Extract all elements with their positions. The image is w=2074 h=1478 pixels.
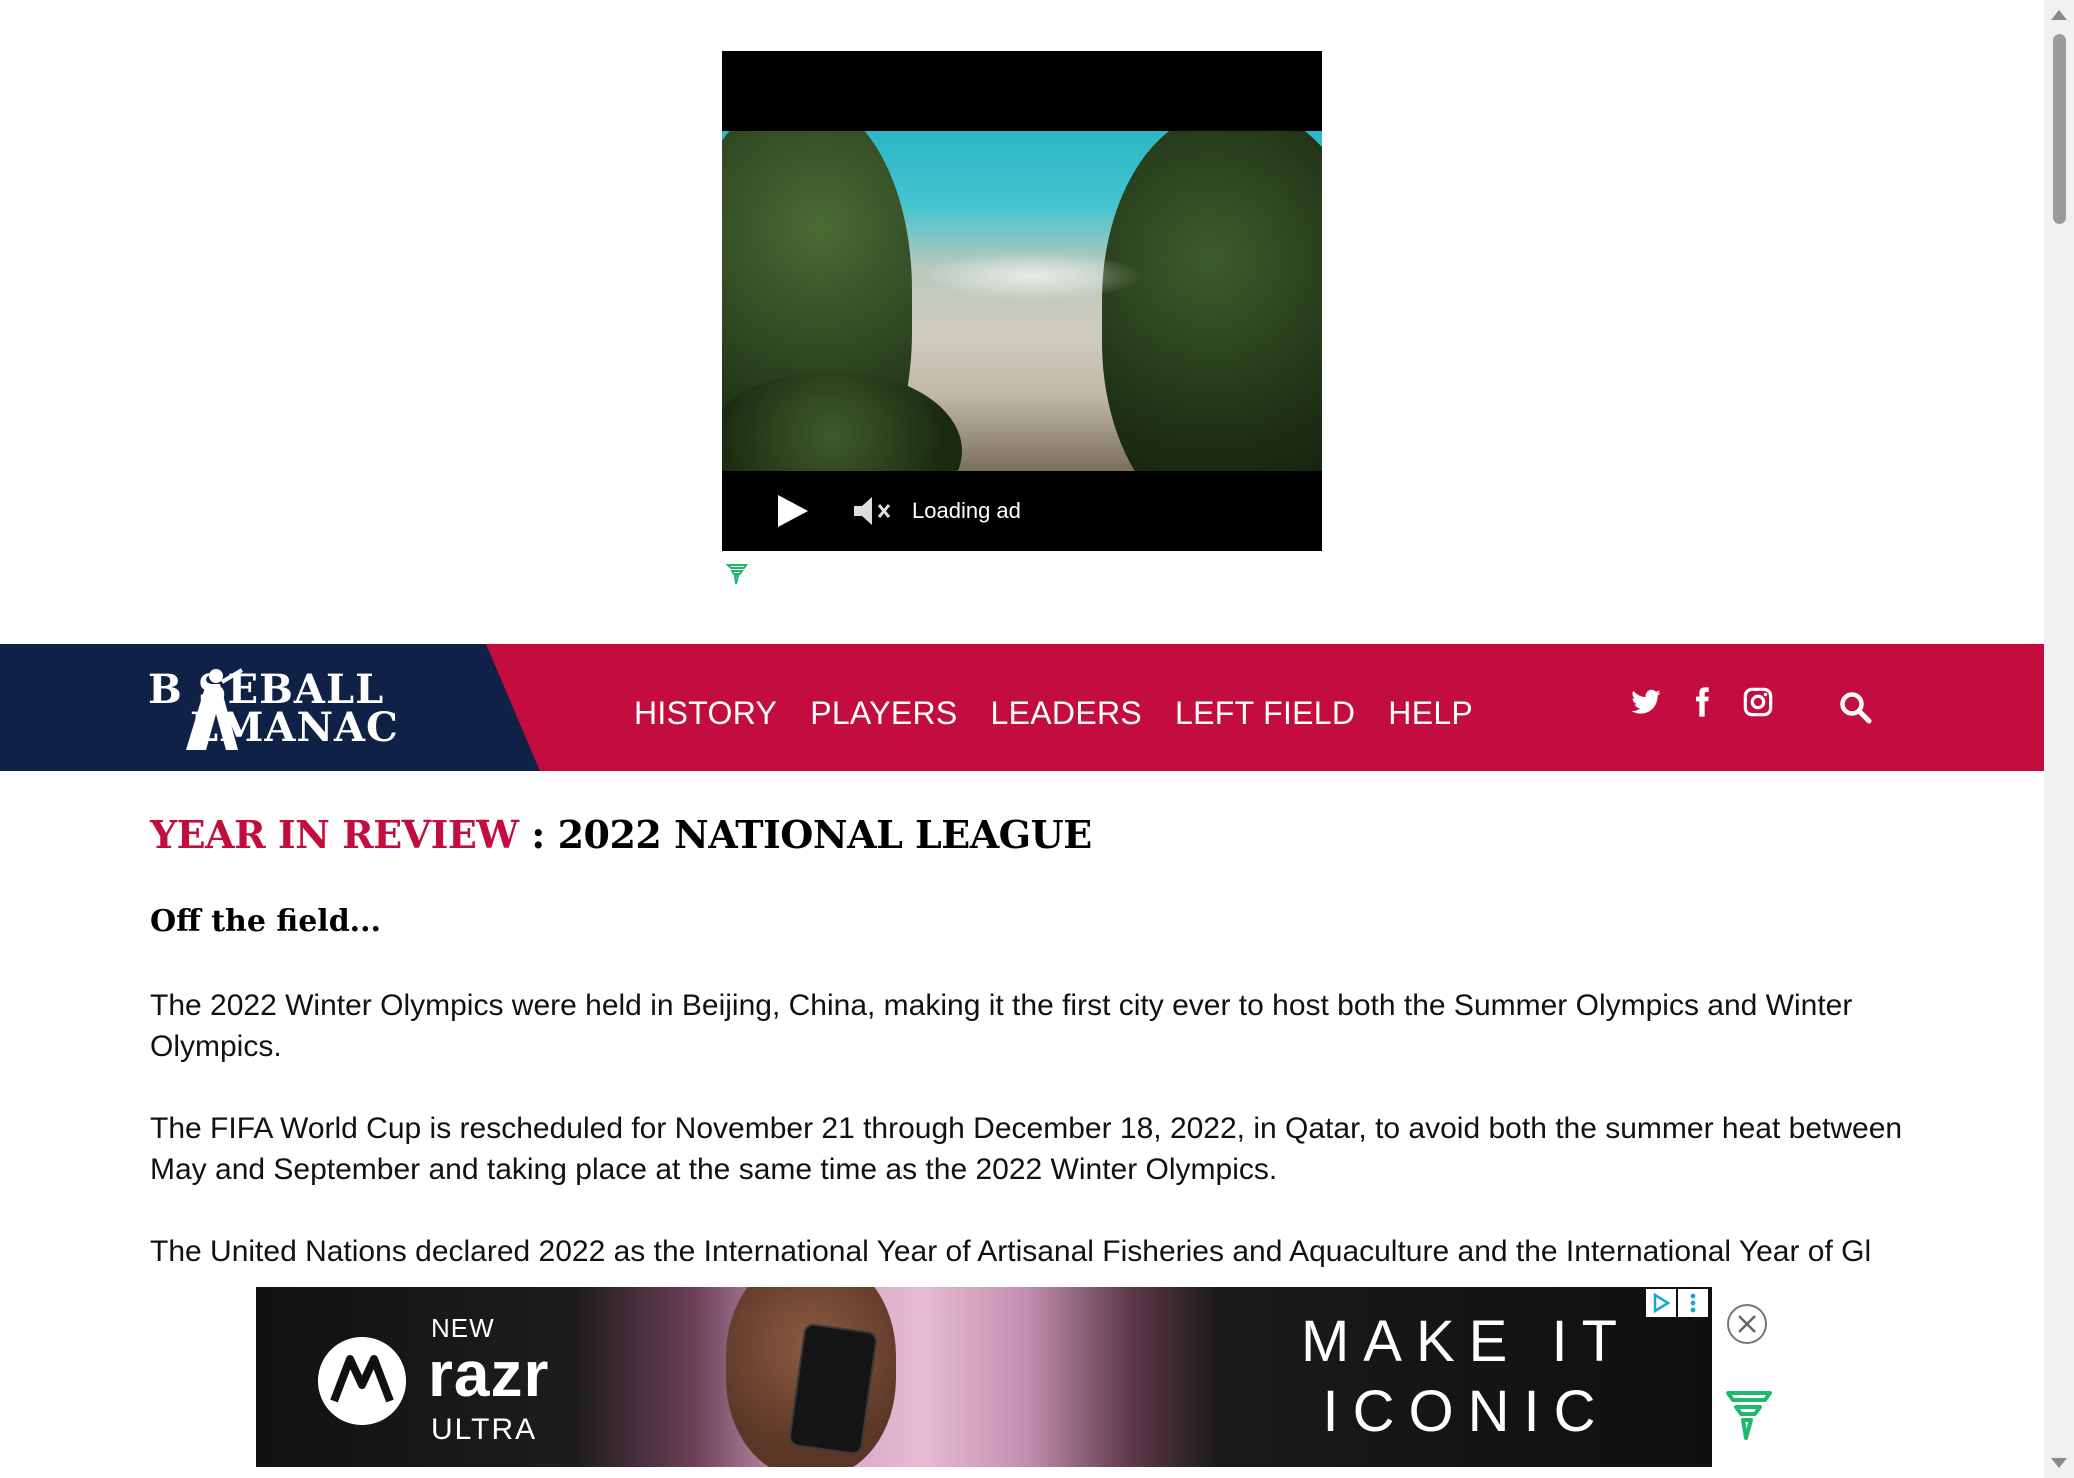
- ad-slogan: MAKE IT ICONIC: [1300, 1309, 1632, 1444]
- video-ad-frame: [722, 131, 1322, 471]
- freestar-icon[interactable]: [1724, 1387, 1774, 1441]
- page-title: YEAR IN REVIEW : 2022 NATIONAL LEAGUE: [150, 812, 1092, 857]
- motorola-logo-icon: [318, 1337, 406, 1425]
- sticky-footer-ad: NEW razr ULTRA MAKE IT ICONIC: [256, 1287, 1790, 1478]
- play-icon[interactable]: [778, 495, 808, 527]
- video-surf: [922, 251, 1142, 301]
- nav-item-left-field[interactable]: LEFT FIELD: [1175, 683, 1355, 732]
- ad-menu-icon[interactable]: [1678, 1289, 1708, 1317]
- video-ad-player[interactable]: Loading ad: [722, 51, 1322, 551]
- ad-brand-name: razr: [428, 1338, 550, 1410]
- twitter-icon[interactable]: [1630, 686, 1662, 718]
- nav-item-players[interactable]: PLAYERS: [810, 683, 957, 732]
- scroll-down-arrow-icon[interactable]: [2051, 1458, 2067, 1468]
- video-foliage-right: [1102, 131, 1322, 471]
- scroll-up-arrow-icon[interactable]: [2051, 10, 2067, 20]
- nav-item-leaders[interactable]: LEADERS: [991, 683, 1143, 732]
- video-foliage-bottom: [722, 371, 962, 471]
- scroll-thumb[interactable]: [2053, 34, 2066, 224]
- article-paragraph: The FIFA World Cup is rescheduled for No…: [150, 1112, 1903, 1186]
- freestar-icon[interactable]: [726, 562, 748, 586]
- nav-menu: HISTORY PLAYERS LEADERS LEFT FIELD HELP: [634, 644, 1506, 771]
- facebook-icon[interactable]: [1686, 686, 1718, 718]
- razr-ad-banner[interactable]: NEW razr ULTRA MAKE IT ICONIC: [256, 1287, 1712, 1467]
- instagram-icon[interactable]: [1742, 686, 1774, 718]
- nav-item-history[interactable]: HISTORY: [634, 683, 777, 732]
- muted-speaker-icon[interactable]: [852, 494, 894, 528]
- page-title-accent[interactable]: YEAR IN REVIEW: [150, 812, 519, 857]
- close-icon[interactable]: [1726, 1303, 1768, 1345]
- video-controls: Loading ad: [722, 471, 1322, 551]
- baseball-almanac-logo[interactable]: B SEBALL LMANAC: [148, 666, 478, 750]
- batter-silhouette-icon: [186, 668, 244, 750]
- section-heading: Off the field...: [150, 904, 382, 939]
- article-paragraph: The United Nations declared 2022 as the …: [150, 1235, 1872, 1268]
- article-paragraph: The 2022 Winter Olympics were held in Be…: [150, 989, 1853, 1063]
- search-icon[interactable]: [1838, 690, 1872, 724]
- nav-item-help[interactable]: HELP: [1388, 683, 1473, 732]
- adchoices-icon[interactable]: [1646, 1289, 1676, 1317]
- main-navbar: B SEBALL LMANAC HISTORY PLAYERS LEADERS …: [0, 644, 2044, 771]
- page-scrollbar[interactable]: [2044, 0, 2074, 1478]
- page-title-rest: : 2022 NATIONAL LEAGUE: [518, 812, 1092, 857]
- ad-loading-text: Loading ad: [912, 498, 1021, 523]
- ad-model-name: ULTRA: [431, 1413, 538, 1446]
